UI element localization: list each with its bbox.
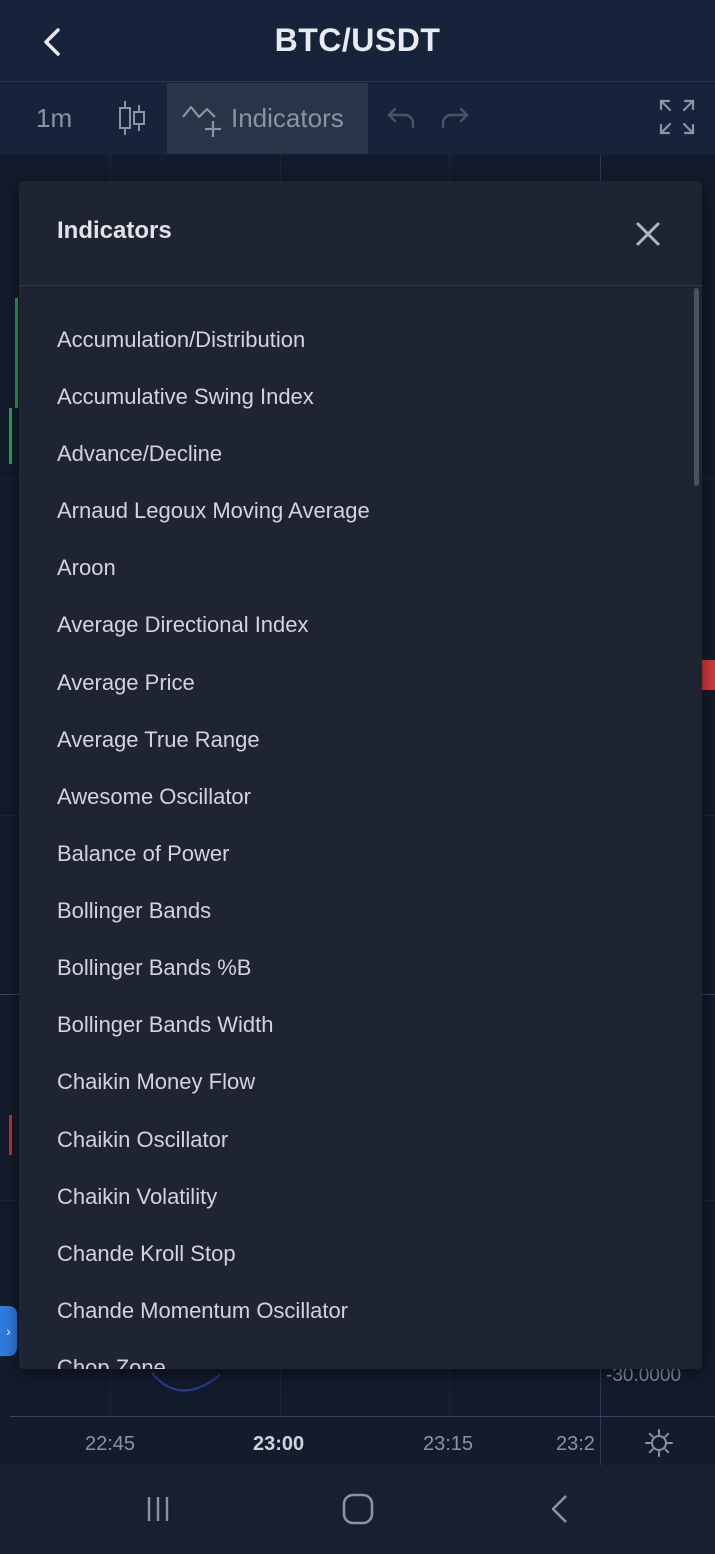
time-tick-label: 22:45 bbox=[85, 1433, 136, 1455]
indicator-item[interactable]: Advance/Decline bbox=[57, 441, 222, 467]
nav-back-button[interactable] bbox=[540, 1489, 580, 1529]
candle bbox=[9, 1115, 12, 1155]
indicator-item[interactable]: Chande Momentum Oscillator bbox=[57, 1298, 348, 1324]
fullscreen-button[interactable] bbox=[658, 98, 696, 141]
indicator-item[interactable]: Balance of Power bbox=[57, 841, 229, 867]
indicator-item[interactable]: Chande Kroll Stop bbox=[57, 1241, 236, 1267]
indicator-item[interactable]: Average Price bbox=[57, 670, 195, 696]
indicators-label: Indicators bbox=[231, 103, 344, 133]
indicator-item[interactable]: Average True Range bbox=[57, 727, 260, 753]
time-tick-label: 23:2 bbox=[556, 1433, 595, 1455]
home-button[interactable] bbox=[338, 1489, 378, 1529]
indicator-item[interactable]: Chaikin Volatility bbox=[57, 1184, 217, 1210]
recent-apps-icon bbox=[147, 1497, 169, 1521]
recent-apps-button[interactable] bbox=[138, 1489, 178, 1529]
chart-settings-button[interactable] bbox=[644, 1428, 674, 1463]
time-tick-label: 23:15 bbox=[423, 1433, 474, 1455]
indicator-item[interactable]: Bollinger Bands %B bbox=[57, 955, 251, 981]
dialog-title: Indicators bbox=[57, 217, 172, 244]
side-panel-handle[interactable]: › bbox=[0, 1306, 17, 1356]
interval-selector[interactable]: 1m bbox=[36, 103, 72, 134]
chart-toolbar: 1m Indicators bbox=[0, 83, 715, 155]
indicator-item[interactable]: Accumulation/Distribution bbox=[57, 327, 305, 353]
nav-back-icon bbox=[551, 1495, 567, 1523]
chart-type-button[interactable] bbox=[112, 97, 152, 139]
time-tick-label: 23:00 bbox=[253, 1433, 305, 1455]
indicator-item[interactable]: Chaikin Oscillator bbox=[57, 1127, 228, 1153]
indicator-list[interactable]: Accumulation/Distribution Accumulative S… bbox=[19, 287, 702, 1369]
current-price-marker bbox=[700, 660, 715, 690]
home-icon bbox=[342, 1493, 374, 1525]
app-header: BTC/USDT bbox=[0, 0, 715, 82]
indicator-item[interactable]: Accumulative Swing Index bbox=[57, 384, 314, 410]
list-scrollbar[interactable] bbox=[694, 288, 699, 486]
indicator-item[interactable]: Arnaud Legoux Moving Average bbox=[57, 498, 370, 524]
dialog-header: Indicators bbox=[19, 181, 702, 286]
time-axis bbox=[10, 1416, 715, 1417]
undo-button[interactable] bbox=[385, 101, 419, 135]
candle bbox=[15, 298, 18, 408]
oscillator-curve bbox=[151, 1372, 221, 1392]
indicator-item[interactable]: Chaikin Money Flow bbox=[57, 1069, 255, 1095]
redo-icon bbox=[441, 107, 469, 129]
system-nav-bar bbox=[0, 1465, 715, 1554]
page-title: BTC/USDT bbox=[274, 22, 441, 58]
close-icon bbox=[636, 222, 660, 246]
indicator-item[interactable]: Bollinger Bands bbox=[57, 898, 211, 924]
indicator-item[interactable]: Chop Zone bbox=[57, 1355, 166, 1369]
gear-icon bbox=[645, 1429, 673, 1457]
candle bbox=[9, 408, 12, 464]
indicator-item[interactable]: Average Directional Index bbox=[57, 612, 309, 638]
undo-icon bbox=[387, 107, 415, 129]
redo-button[interactable] bbox=[437, 101, 471, 135]
fullscreen-icon bbox=[659, 99, 695, 135]
indicators-button[interactable]: Indicators bbox=[167, 83, 368, 154]
indicators-dialog: Indicators Accumulation/Distribution Acc… bbox=[19, 181, 702, 1369]
candlestick-icon bbox=[119, 101, 145, 135]
close-button[interactable] bbox=[631, 217, 665, 251]
indicator-add-icon bbox=[182, 105, 221, 137]
indicator-item[interactable]: Aroon bbox=[57, 555, 116, 581]
indicator-item[interactable]: Awesome Oscillator bbox=[57, 784, 251, 810]
indicator-item[interactable]: Bollinger Bands Width bbox=[57, 1012, 273, 1038]
